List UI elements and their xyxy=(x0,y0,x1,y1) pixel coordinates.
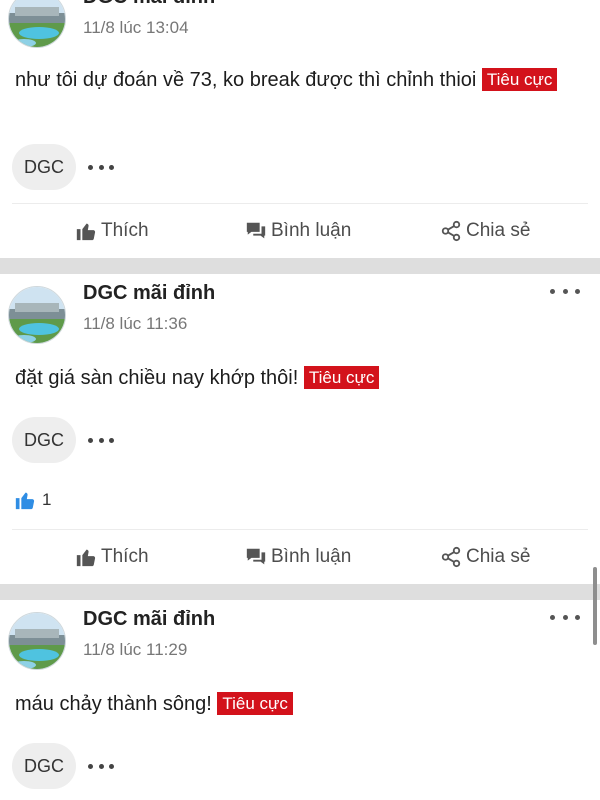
post: DGC mãi đỉnh 11/8 lúc 11:29 máu chảy thà… xyxy=(0,600,600,800)
stock-tag-row: DGC xyxy=(12,417,114,463)
share-label: Chia sẻ xyxy=(466,220,531,241)
post-separator xyxy=(0,258,600,274)
comment-icon xyxy=(246,222,266,239)
action-bar: Thích Bình luận Chia sẻ xyxy=(0,539,600,575)
stock-tag-row: DGC xyxy=(12,743,114,789)
author-name[interactable]: DGC mãi đỉnh xyxy=(83,0,215,9)
comment-button[interactable]: Bình luận xyxy=(245,213,351,249)
more-icon[interactable] xyxy=(88,761,114,771)
sentiment-tag: Tiêu cực xyxy=(303,366,380,389)
post-feed: DGC mãi đỉnh 11/8 lúc 13:04 như tôi dự đ… xyxy=(0,0,600,800)
like-button[interactable]: Thích xyxy=(75,213,149,249)
more-icon[interactable] xyxy=(550,284,580,298)
post-separator xyxy=(0,584,600,600)
author-name[interactable]: DGC mãi đỉnh xyxy=(83,608,215,631)
share-button[interactable]: Chia sẻ xyxy=(440,539,530,575)
like-label: Thích xyxy=(101,220,149,241)
share-button[interactable]: Chia sẻ xyxy=(440,213,530,249)
post-header: DGC mãi đỉnh 11/8 lúc 11:29 xyxy=(0,600,600,670)
post-header: DGC mãi đỉnh 11/8 lúc 13:04 xyxy=(0,0,600,48)
like-button[interactable]: Thích xyxy=(75,539,149,575)
resort-photo-image xyxy=(9,613,65,669)
like-label: Thích xyxy=(101,546,149,567)
author-avatar[interactable] xyxy=(8,612,66,670)
more-icon[interactable] xyxy=(88,435,114,445)
stock-tag-chip[interactable]: DGC xyxy=(12,144,76,190)
post-text: máu chảy thành sông! xyxy=(15,693,212,715)
comment-button[interactable]: Bình luận xyxy=(245,539,351,575)
share-icon xyxy=(441,220,461,242)
post-timestamp: 11/8 lúc 11:29 xyxy=(83,640,188,659)
comment-icon xyxy=(246,548,266,565)
stock-tag-chip[interactable]: DGC xyxy=(12,417,76,463)
post-timestamp: 11/8 lúc 13:04 xyxy=(83,18,189,37)
post-text: đặt giá sàn chiều nay khớp thôi! xyxy=(15,367,299,389)
action-bar: Thích Bình luận Chia sẻ xyxy=(0,213,600,249)
sentiment-tag: Tiêu cực xyxy=(217,692,293,715)
resort-photo-image xyxy=(9,287,65,343)
comment-label: Bình luận xyxy=(271,220,352,241)
post: DGC mãi đỉnh 11/8 lúc 11:36 đặt giá sàn … xyxy=(0,274,600,584)
scrollbar[interactable] xyxy=(593,567,597,645)
share-label: Chia sẻ xyxy=(466,546,531,567)
post-header: DGC mãi đỉnh 11/8 lúc 11:36 xyxy=(0,274,600,344)
post-content: đặt giá sàn chiều nay khớp thôi! Tiêu cự… xyxy=(15,364,585,392)
author-name[interactable]: DGC mãi đỉnh xyxy=(83,282,215,305)
divider xyxy=(12,529,588,530)
like-count[interactable]: 1 xyxy=(14,489,51,511)
like-count-value: 1 xyxy=(42,490,52,509)
more-icon[interactable] xyxy=(550,0,580,2)
author-avatar[interactable] xyxy=(8,0,66,48)
post-text: như tôi dự đoán về 73, ko break được thì… xyxy=(15,69,477,91)
stock-tag-row: DGC xyxy=(12,144,114,190)
author-avatar[interactable] xyxy=(8,286,66,344)
comment-label: Bình luận xyxy=(271,546,352,567)
post-content: như tôi dự đoán về 73, ko break được thì… xyxy=(15,66,585,94)
more-icon[interactable] xyxy=(88,162,114,172)
post: DGC mãi đỉnh 11/8 lúc 13:04 như tôi dự đ… xyxy=(0,0,600,253)
more-icon[interactable] xyxy=(550,610,580,624)
resort-photo-image xyxy=(9,0,65,47)
post-timestamp: 11/8 lúc 11:36 xyxy=(83,314,188,333)
divider xyxy=(12,203,588,204)
thumbs-up-icon xyxy=(76,223,96,241)
stock-tag-chip[interactable]: DGC xyxy=(12,743,76,789)
post-content: máu chảy thành sông! Tiêu cực xyxy=(15,690,585,718)
sentiment-tag: Tiêu cực xyxy=(481,68,558,91)
thumbs-up-icon xyxy=(76,549,96,567)
share-icon xyxy=(441,546,461,568)
blue-thumbs-up-icon xyxy=(15,492,35,510)
